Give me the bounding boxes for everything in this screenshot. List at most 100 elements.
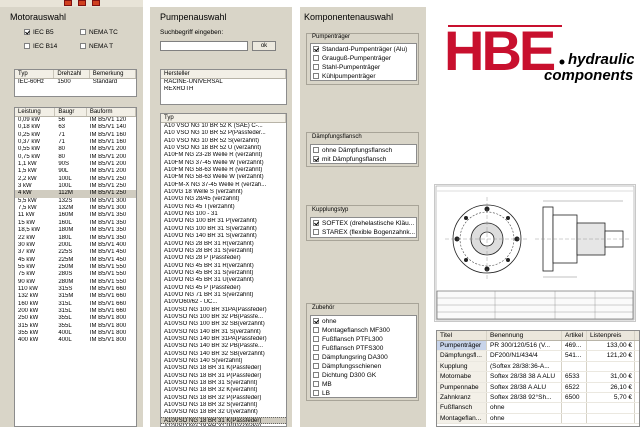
list-item[interactable]: A10VSO NG 18 BR 31 K(Passfeder) xyxy=(161,416,286,425)
list-item[interactable]: A10VO NG 71 BR 31 S(verzahnt) xyxy=(161,292,286,299)
checkbox-box[interactable] xyxy=(313,73,319,79)
table-row[interactable]: 11 kW 160M IM B5/V1 350 xyxy=(15,212,136,219)
table-row[interactable]: 30 kW 200L IM B5/V1 400 xyxy=(15,242,136,249)
list-item[interactable]: A10VSO NG 18 BR 31 P(Passfeder) xyxy=(161,373,286,380)
table-row[interactable]: Montageflan... ohne xyxy=(437,413,639,425)
table-row[interactable]: 355 kW 400L IM B5/V1 800 xyxy=(15,330,136,337)
list-item[interactable]: A10 VSO NG 10 BR 52 K (SAE) C-... xyxy=(161,123,286,130)
table-row[interactable]: 0,25 kW 71 IM B5/V1 160 xyxy=(15,132,136,139)
carrier-option[interactable]: Stahl-Pumpenträger xyxy=(313,63,380,71)
checkbox-box[interactable] xyxy=(313,327,319,333)
accessory-option[interactable]: LB xyxy=(313,389,330,397)
print-icon[interactable] xyxy=(92,0,100,6)
column-header[interactable]: Leistung xyxy=(15,108,56,116)
list-item[interactable]: A10VO NG 45 BR 31 S(verzahnt) xyxy=(161,270,286,277)
table-row[interactable]: 4 kW 112M IM B5/V1 250 xyxy=(15,190,136,198)
list-item[interactable]: A10FM-X NG 37-45 Welle R (verzah... xyxy=(161,182,286,189)
accessory-option[interactable]: Fußflansch PTFL300 xyxy=(313,335,383,343)
accessory-option[interactable]: Montageflansch MF300 xyxy=(313,326,390,334)
list-item[interactable]: A10VSO NG 18 BR 31 S(verzahnt) xyxy=(161,380,286,387)
column-header[interactable]: Typ xyxy=(15,70,55,78)
column-header[interactable]: Hersteller xyxy=(161,70,286,78)
list-item[interactable]: A10FM NG 58-63 Welle R (verzahnt) xyxy=(161,167,286,174)
search-input[interactable] xyxy=(160,41,248,51)
nema-t-checkbox[interactable]: NEMA T xyxy=(80,42,113,50)
table-row[interactable]: 18,5 kW 180M IM B5/V1 350 xyxy=(15,227,136,234)
list-item[interactable]: A10VO NG 45 P (Passfeder) xyxy=(161,285,286,292)
table-row[interactable]: 0,37 kW 71 IM B5/V1 160 xyxy=(15,139,136,146)
table-row[interactable]: Motornabe Softex 28/38 38 A ALU 6533 31,00 … xyxy=(437,372,639,383)
checkbox-box[interactable] xyxy=(313,220,319,226)
list-item[interactable]: A10VSO NG 100 BR 32 PB(Passfe... xyxy=(161,314,286,321)
list-item[interactable]: A10 VSO NG 10 BR 52 S(verzahnt) xyxy=(161,138,286,145)
checkbox-box[interactable] xyxy=(24,43,30,49)
list-item[interactable]: A10VO60/62 - UC... xyxy=(161,299,286,306)
checkbox-box[interactable] xyxy=(80,29,86,35)
list-item[interactable]: A10VSO NG 100 BR 32 SB(verzahnt) xyxy=(161,321,286,328)
damping-option[interactable]: ohne Dämpfungsflansch xyxy=(313,146,392,154)
checkbox-box[interactable] xyxy=(24,29,30,35)
table-row[interactable]: 22 kW 180L IM B5/V1 350 xyxy=(15,235,136,242)
table-row[interactable]: 45 kW 225M IM B5/V1 450 xyxy=(15,257,136,264)
table-row[interactable]: 200 kW 315L IM B5/V1 660 xyxy=(15,308,136,315)
list-item[interactable]: A10VSO NG 18 BR 31 K(Passfeder) xyxy=(161,365,286,372)
checkbox-box[interactable] xyxy=(313,336,319,342)
table-row[interactable]: 3 kW 100L IM B5/V1 250 xyxy=(15,183,136,190)
table-row[interactable]: IEC-60Hz 1500 Standard xyxy=(15,79,136,86)
table-row[interactable]: Fußflansch ohne xyxy=(437,403,639,414)
carrier-option[interactable]: Kühlpumpenträger xyxy=(313,72,375,80)
table-row[interactable]: 90 kW 280M IM B5/V1 550 xyxy=(15,279,136,286)
list-item[interactable]: A10VO NG 140 BR 31 S(verzahnt) xyxy=(161,233,286,240)
table-row[interactable]: 1,1 kW 90S IM B5/V1 200 xyxy=(15,161,136,168)
list-item[interactable]: A10VSO NG 100 BR 31PA(Passfeder) xyxy=(161,307,286,314)
list-item[interactable]: A10FM NG 37-45 Welle W (verzahnt) xyxy=(161,160,286,167)
table-row[interactable]: 110 kW 315S IM B5/V1 660 xyxy=(15,286,136,293)
checkbox-box[interactable] xyxy=(313,318,319,324)
checkbox-box[interactable] xyxy=(313,46,319,52)
column-header[interactable]: Bemerkung xyxy=(90,70,136,78)
table-row[interactable]: 75 kW 280S IM B5/V1 550 xyxy=(15,271,136,278)
list-item[interactable]: A10VO NG 100 BR 31 P(verzahnt) xyxy=(161,218,286,225)
list-item[interactable]: RACINE-UNIVERSAL xyxy=(161,79,286,86)
table-row[interactable]: 160 kW 315L IM B5/V1 660 xyxy=(15,301,136,308)
table-row[interactable]: Pumpenträger PR 300/120/516 (V... 469... 13… xyxy=(437,341,639,352)
accessory-option[interactable]: Dämpfungsschienen xyxy=(313,362,381,370)
table-row[interactable]: 315 kW 355L IM B5/V1 800 xyxy=(15,323,136,330)
list-item[interactable]: A10 VSO NG 18 BR 52 U (verzahnt) xyxy=(161,145,286,152)
list-item[interactable]: A10VSO NG 18 BR 32 P(Passfeder) xyxy=(161,395,286,402)
list-item[interactable]: A10VSO NG 18 BR 32 U(verzahnt) xyxy=(161,409,286,416)
checkbox-box[interactable] xyxy=(313,55,319,61)
checkbox-box[interactable] xyxy=(313,381,319,387)
checkbox-box[interactable] xyxy=(313,156,319,162)
table-row[interactable]: 5,5 kW 132S IM B5/V1 300 xyxy=(15,198,136,205)
checkbox-box[interactable] xyxy=(313,64,319,70)
list-item[interactable]: A10VO NG 45 BR 31 R(verzahnt) xyxy=(161,263,286,270)
table-row[interactable]: 0,09 kW 56 IM B5/V1 120 xyxy=(15,117,136,124)
table-row[interactable]: 132 kW 315M IM B5/V1 660 xyxy=(15,293,136,300)
list-item[interactable]: A10VO NG 28 BR 31 R(verzahnt) xyxy=(161,241,286,248)
table-row[interactable]: 400 kW 400L IM B5/V1 800 xyxy=(15,337,136,344)
list-item[interactable]: A10VSO NG 140 BR 32 SB(verzahnt) xyxy=(161,351,286,358)
ok-button[interactable]: ok xyxy=(252,41,276,51)
list-item[interactable]: A10FM NG 23-28 Welle R (verzahnt) xyxy=(161,152,286,159)
table-row[interactable]: Dämpfungsfl... DF200/N1/434/4 541... 121,20… xyxy=(437,351,639,362)
table-row[interactable]: 0,55 kW 80 IM B5/V1 200 xyxy=(15,146,136,153)
list-item[interactable]: A10VSO NG 140 BR 31PA(Passfeder) xyxy=(161,336,286,343)
accessory-option[interactable]: ohne xyxy=(313,317,336,325)
table-row[interactable]: 37 kW 225S IM B5/V1 450 xyxy=(15,249,136,256)
list-item[interactable]: A10VSO NG 18 BR 32 K(verzahnt) xyxy=(161,387,286,394)
nema-tc-checkbox[interactable]: NEMA TC xyxy=(80,28,118,36)
accessory-option[interactable]: MB xyxy=(313,380,332,388)
checkbox-box[interactable] xyxy=(313,229,319,235)
list-item[interactable]: A10VSO NG 140 BR 32 PB(Passfe... xyxy=(161,343,286,350)
table-row[interactable]: 2,2 kW 100L IM B5/V1 250 xyxy=(15,176,136,183)
coupling-option[interactable]: SOFTEX (drehelastische Kläu... xyxy=(313,219,414,227)
list-item[interactable]: A10VSO NG 140 BR 31 S(verzahnt) xyxy=(161,329,286,336)
table-row[interactable]: 1,5 kW 90L IM B5/V1 200 xyxy=(15,168,136,175)
checkbox-box[interactable] xyxy=(313,363,319,369)
list-item[interactable]: A10VG 18 Welle S (verzahnt) xyxy=(161,189,286,196)
checkbox-box[interactable] xyxy=(80,43,86,49)
checkbox-box[interactable] xyxy=(313,147,319,153)
list-item[interactable]: A10 VSO NG 10 BR 52 P(Passfeder... xyxy=(161,130,286,137)
checkbox-box[interactable] xyxy=(313,390,319,396)
